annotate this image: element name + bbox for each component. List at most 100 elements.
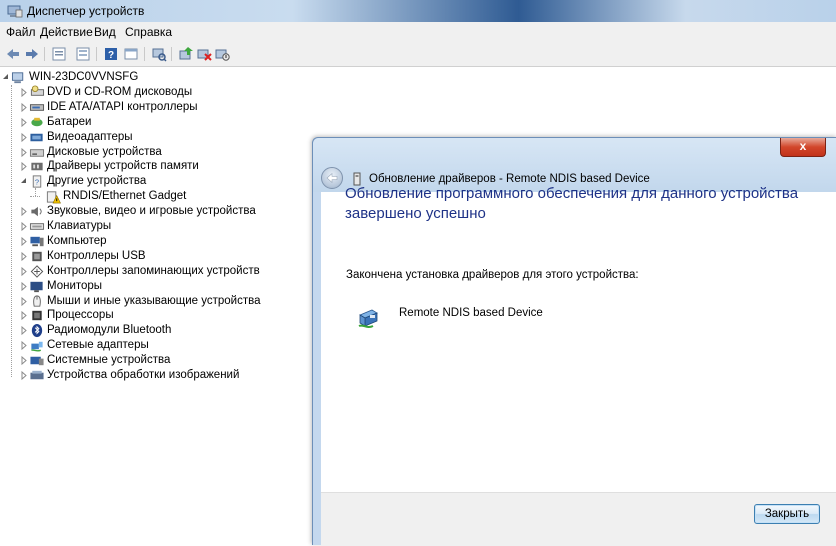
collapsed-triangle-icon[interactable]: [20, 323, 28, 338]
collapsed-triangle-icon[interactable]: [20, 353, 28, 368]
help-icon[interactable]: ?: [103, 46, 119, 62]
tree-item-label: Звуковые, видео и игровые устройства: [47, 205, 256, 218]
system-device-icon: [30, 356, 44, 366]
network-adapter-icon: [31, 341, 43, 352]
back-arrow-icon[interactable]: [321, 167, 343, 189]
toolbar-separator: [171, 47, 172, 61]
collapsed-triangle-icon[interactable]: [20, 279, 28, 294]
device-manager-icon: [7, 5, 23, 18]
network-adapter-icon: [358, 309, 378, 328]
svg-text:?: ?: [35, 178, 39, 187]
install-finished-message: Закончена установка драйверов для этого …: [346, 269, 639, 281]
collapsed-triangle-icon[interactable]: [20, 130, 28, 145]
collapsed-triangle-icon[interactable]: [20, 294, 28, 309]
toolbar-separator: [44, 47, 45, 61]
tree-item-label: RNDIS/Ethernet Gadget: [63, 190, 187, 203]
list-view-icon[interactable]: [75, 46, 91, 62]
properties-view-icon[interactable]: [51, 46, 67, 62]
tree-item-label: Устройства обработки изображений: [47, 369, 240, 381]
tree-item-label: Видеоадаптеры: [47, 130, 133, 143]
battery-icon: [31, 117, 43, 126]
uninstall-device-icon[interactable]: [196, 46, 212, 62]
update-driver-icon[interactable]: [178, 46, 194, 62]
tree-guide-line: [30, 196, 40, 198]
collapsed-triangle-icon[interactable]: [20, 308, 28, 323]
collapsed-triangle-icon[interactable]: [20, 145, 28, 160]
imaging-device-icon: [30, 370, 44, 380]
collapsed-triangle-icon[interactable]: [20, 368, 28, 383]
tree-item-label: Компьютер: [47, 234, 107, 247]
console-icon[interactable]: [123, 46, 139, 62]
tree-item-label: Драйверы устройств памяти: [47, 160, 199, 173]
collapsed-triangle-icon[interactable]: [20, 100, 28, 115]
disk-drive-icon: [29, 148, 45, 157]
toolbar: ?: [0, 42, 836, 67]
monitor-icon: [30, 281, 43, 292]
expanded-triangle-icon[interactable]: [20, 174, 28, 189]
collapsed-triangle-icon[interactable]: [20, 249, 28, 264]
tree-item-label: WIN-23DC0VVNSFG: [29, 71, 139, 83]
toolbar-separator: [144, 47, 145, 61]
tree-item-label: Мыши и иные указывающие устройства: [47, 294, 261, 307]
collapsed-triangle-icon[interactable]: [20, 115, 28, 130]
installed-device-name: Remote NDIS based Device: [399, 307, 543, 319]
expanded-triangle-icon[interactable]: [2, 70, 10, 85]
forward-icon[interactable]: [24, 46, 40, 62]
computer-root-icon: [11, 72, 24, 84]
tree-item-label: Клавиатуры: [47, 220, 112, 232]
tree-guide-line: [11, 84, 12, 377]
tree-item-label: Контроллеры запоминающих устройств: [47, 264, 260, 277]
collapsed-triangle-icon[interactable]: [20, 264, 28, 279]
memory-driver-icon: [31, 163, 43, 171]
tree-item-label: Мониторы: [47, 279, 103, 292]
scan-hardware-icon[interactable]: [151, 46, 167, 62]
display-adapter-icon: [30, 133, 43, 141]
processor-icon: [32, 311, 42, 321]
tree-item-label: Системные устройства: [47, 354, 171, 367]
device-tree[interactable]: WIN-23DC0VVNSFG DVD и CD-ROM дисководы IDE…: [0, 67, 320, 544]
menu-help[interactable]: Справка: [125, 25, 172, 39]
success-heading: Обновление программного обеспечения для …: [345, 185, 799, 222]
menubar: Файл Действие Вид Справка: [0, 22, 836, 43]
tree-item-label: Процессоры: [47, 309, 114, 322]
computer-icon: [30, 236, 44, 247]
tree-item-label: DVD и CD-ROM дисководы: [47, 85, 193, 98]
other-devices-icon: ?: [32, 175, 42, 188]
ide-controller-icon: [29, 104, 45, 111]
tree-item-label: Сетевые адаптеры: [47, 339, 149, 352]
collapsed-triangle-icon[interactable]: [20, 234, 28, 249]
mouse-icon: [33, 294, 41, 307]
tree-item-label: Контроллеры USB: [47, 249, 146, 262]
menu-file[interactable]: Файл: [6, 25, 36, 39]
svg-text:?: ?: [108, 50, 114, 61]
dialog-body: Обновление программного обеспечения для …: [321, 185, 836, 492]
keyboard-icon: [29, 223, 45, 230]
dvd-drive-icon: [30, 85, 45, 96]
unknown-device-warning-icon: [46, 191, 61, 204]
menu-view[interactable]: Вид: [94, 25, 116, 39]
collapsed-triangle-icon[interactable]: [20, 219, 28, 234]
tree-item-label: IDE ATA/ATAPI контроллеры: [47, 100, 198, 113]
toolbar-separator: [96, 47, 97, 61]
device-manager-titlebar[interactable]: Диспетчер устройств: [0, 0, 836, 22]
collapsed-triangle-icon[interactable]: [20, 204, 28, 219]
tree-item-label: Дисковые устройства: [47, 145, 162, 158]
back-icon[interactable]: [5, 46, 21, 62]
menu-action[interactable]: Действие: [40, 25, 93, 39]
usb-controller-icon: [32, 251, 42, 261]
bluetooth-icon: [31, 324, 43, 338]
dialog-footer: Закрыть: [321, 492, 836, 546]
dialog-close-x-button[interactable]: x: [780, 138, 826, 157]
tree-item-label: Батареи: [47, 115, 92, 128]
close-button[interactable]: Закрыть: [754, 504, 820, 524]
driver-update-dialog: x Обновление драйверов - Remote NDIS bas…: [312, 137, 836, 546]
disable-device-icon[interactable]: [214, 46, 230, 62]
tree-item-label: Радиомодули Bluetooth: [47, 324, 172, 337]
storage-controller-icon: [30, 264, 44, 278]
sound-icon: [31, 206, 42, 217]
collapsed-triangle-icon[interactable]: [20, 338, 28, 353]
window-title: Диспетчер устройств: [27, 4, 145, 18]
collapsed-triangle-icon[interactable]: [20, 85, 28, 100]
back-arrow-glyph: [326, 172, 338, 184]
collapsed-triangle-icon[interactable]: [20, 159, 28, 174]
